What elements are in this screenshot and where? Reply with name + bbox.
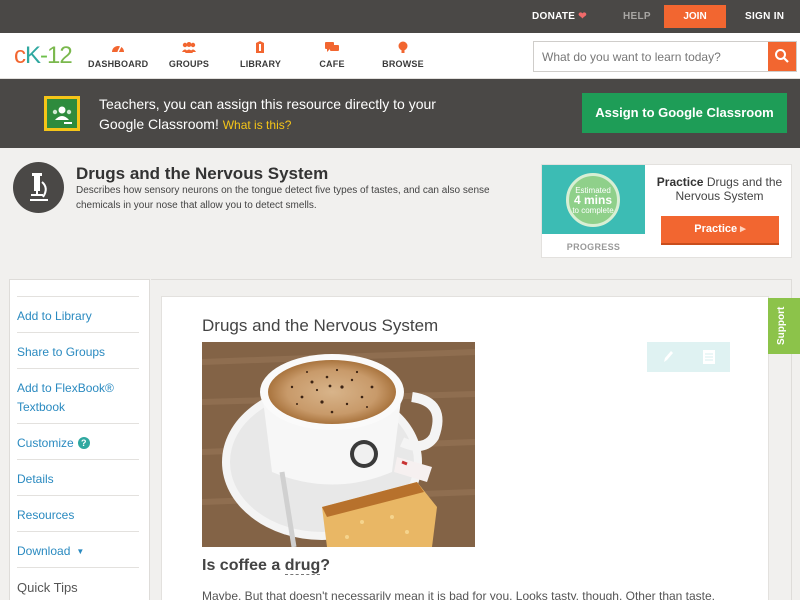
ck12-logo[interactable]: cK-12 — [14, 42, 73, 70]
dashboard-icon — [112, 45, 124, 53]
progress-graphic: Estimated 4 mins to complete — [542, 165, 645, 234]
sidebar-item-add-to-library[interactable]: Add to Library — [17, 296, 139, 326]
nav-library-label: LIBRARY — [240, 59, 282, 69]
donate-link[interactable]: DONATE ❤ — [532, 11, 587, 22]
sidebar-item-quick-tips[interactable]: Quick Tips — [17, 567, 139, 597]
caret-down-icon: ▼ — [76, 547, 85, 556]
logo-dash: - — [40, 42, 48, 69]
search-icon — [775, 49, 789, 63]
practice-button-label: Practice — [694, 223, 738, 235]
nav-library[interactable]: LIBRARY — [240, 41, 282, 69]
page-description: Describes how sensory neurons on the ton… — [76, 185, 490, 211]
browse-icon — [398, 41, 408, 53]
estimated-minutes: 4 mins — [573, 193, 612, 207]
what-is-this-link[interactable]: What is this? — [223, 118, 292, 132]
nav-dashboard[interactable]: DASHBOARD — [88, 41, 148, 69]
resource-header: Drugs and the Nervous System Describes h… — [0, 148, 800, 278]
library-icon — [256, 41, 264, 53]
banner-text: Teachers, you can assign this resource d… — [99, 94, 459, 135]
content-title: Drugs and the Nervous System — [202, 316, 439, 335]
nav-groups[interactable]: GROUPS — [168, 41, 210, 69]
sidebar-item-add-to-flexbook[interactable]: Add to FlexBook® Textbook — [17, 368, 139, 417]
google-classroom-icon — [44, 96, 80, 131]
vocab-term-drug[interactable]: drug — [284, 557, 321, 575]
estimate-badge: Estimated 4 mins to complete — [566, 173, 620, 227]
content-paragraph: Maybe. But that doesn't necessarily mean… — [202, 589, 716, 600]
heading-text-end: ? — [320, 557, 331, 574]
cafe-icon — [325, 42, 339, 52]
resource-sidebar: Add to Library Share to Groups Add to Fl… — [9, 279, 150, 600]
heading-text-start: Is coffee a — [202, 557, 285, 574]
top-utility-bar: DONATE ❤ HELP JOIN SIGN IN — [0, 0, 800, 33]
logo-c: c — [14, 42, 26, 69]
join-button[interactable]: JOIN — [664, 5, 726, 28]
sidebar-item-resources[interactable]: Resources — [17, 495, 139, 525]
practice-title-bold: Practice — [656, 175, 704, 189]
content-tools — [647, 342, 730, 372]
help-icon[interactable]: ? — [77, 437, 90, 449]
coffee-photo — [202, 342, 475, 547]
practice-button[interactable]: Practice ▸ — [661, 216, 779, 245]
notes-icon[interactable] — [701, 349, 717, 365]
nav-dashboard-label: DASHBOARD — [88, 59, 149, 69]
logo-k: K — [25, 42, 41, 69]
sidebar-item-details[interactable]: Details — [17, 459, 139, 489]
chevron-right-icon: ▸ — [740, 223, 746, 235]
sidebar-item-customize[interactable]: Customize? — [17, 423, 139, 453]
section-heading: Is coffee a drug? — [202, 557, 330, 575]
progress-label: PROGRESS — [566, 242, 621, 252]
nav-groups-label: GROUPS — [168, 59, 210, 69]
nav-cafe-label: CAFE — [319, 59, 345, 69]
groups-icon — [182, 42, 196, 53]
assign-google-classroom-button[interactable]: Assign to Google Classroom — [582, 93, 787, 133]
customize-label: Customize — [17, 436, 74, 450]
download-label: Download — [17, 544, 71, 558]
pencil-icon[interactable] — [661, 349, 675, 365]
logo-number: 12 — [47, 42, 73, 69]
sidebar-item-share-to-groups[interactable]: Share to Groups — [17, 332, 139, 362]
search-box — [533, 41, 797, 72]
practice-progress-card: Estimated 4 mins to complete PROGRESS Pr… — [541, 164, 792, 258]
practice-title: Practice Drugs and the Nervous System — [648, 175, 791, 203]
sidebar-item-download[interactable]: Download ▼ — [17, 531, 139, 561]
support-label: Support — [776, 306, 787, 345]
nav-browse[interactable]: BROWSE — [382, 41, 424, 69]
main-navigation: cK-12 DASHBOARD GROUPS LIBRARY CAFE BROW… — [0, 33, 800, 79]
nav-cafe[interactable]: CAFE — [317, 41, 347, 69]
search-button[interactable] — [768, 42, 796, 71]
microscope-icon — [13, 162, 64, 213]
help-link[interactable]: HELP — [623, 11, 651, 22]
google-classroom-banner: Teachers, you can assign this resource d… — [0, 79, 800, 148]
nav-browse-label: BROWSE — [382, 59, 424, 69]
search-input[interactable] — [542, 50, 762, 64]
sign-in-link[interactable]: SIGN IN — [745, 11, 784, 22]
support-tab[interactable]: Support — [768, 298, 800, 354]
donate-label: DONATE — [532, 11, 576, 22]
to-complete-label: to complete — [572, 206, 614, 215]
page-title: Drugs and the Nervous System — [76, 164, 329, 183]
heart-icon: ❤ — [578, 11, 587, 22]
